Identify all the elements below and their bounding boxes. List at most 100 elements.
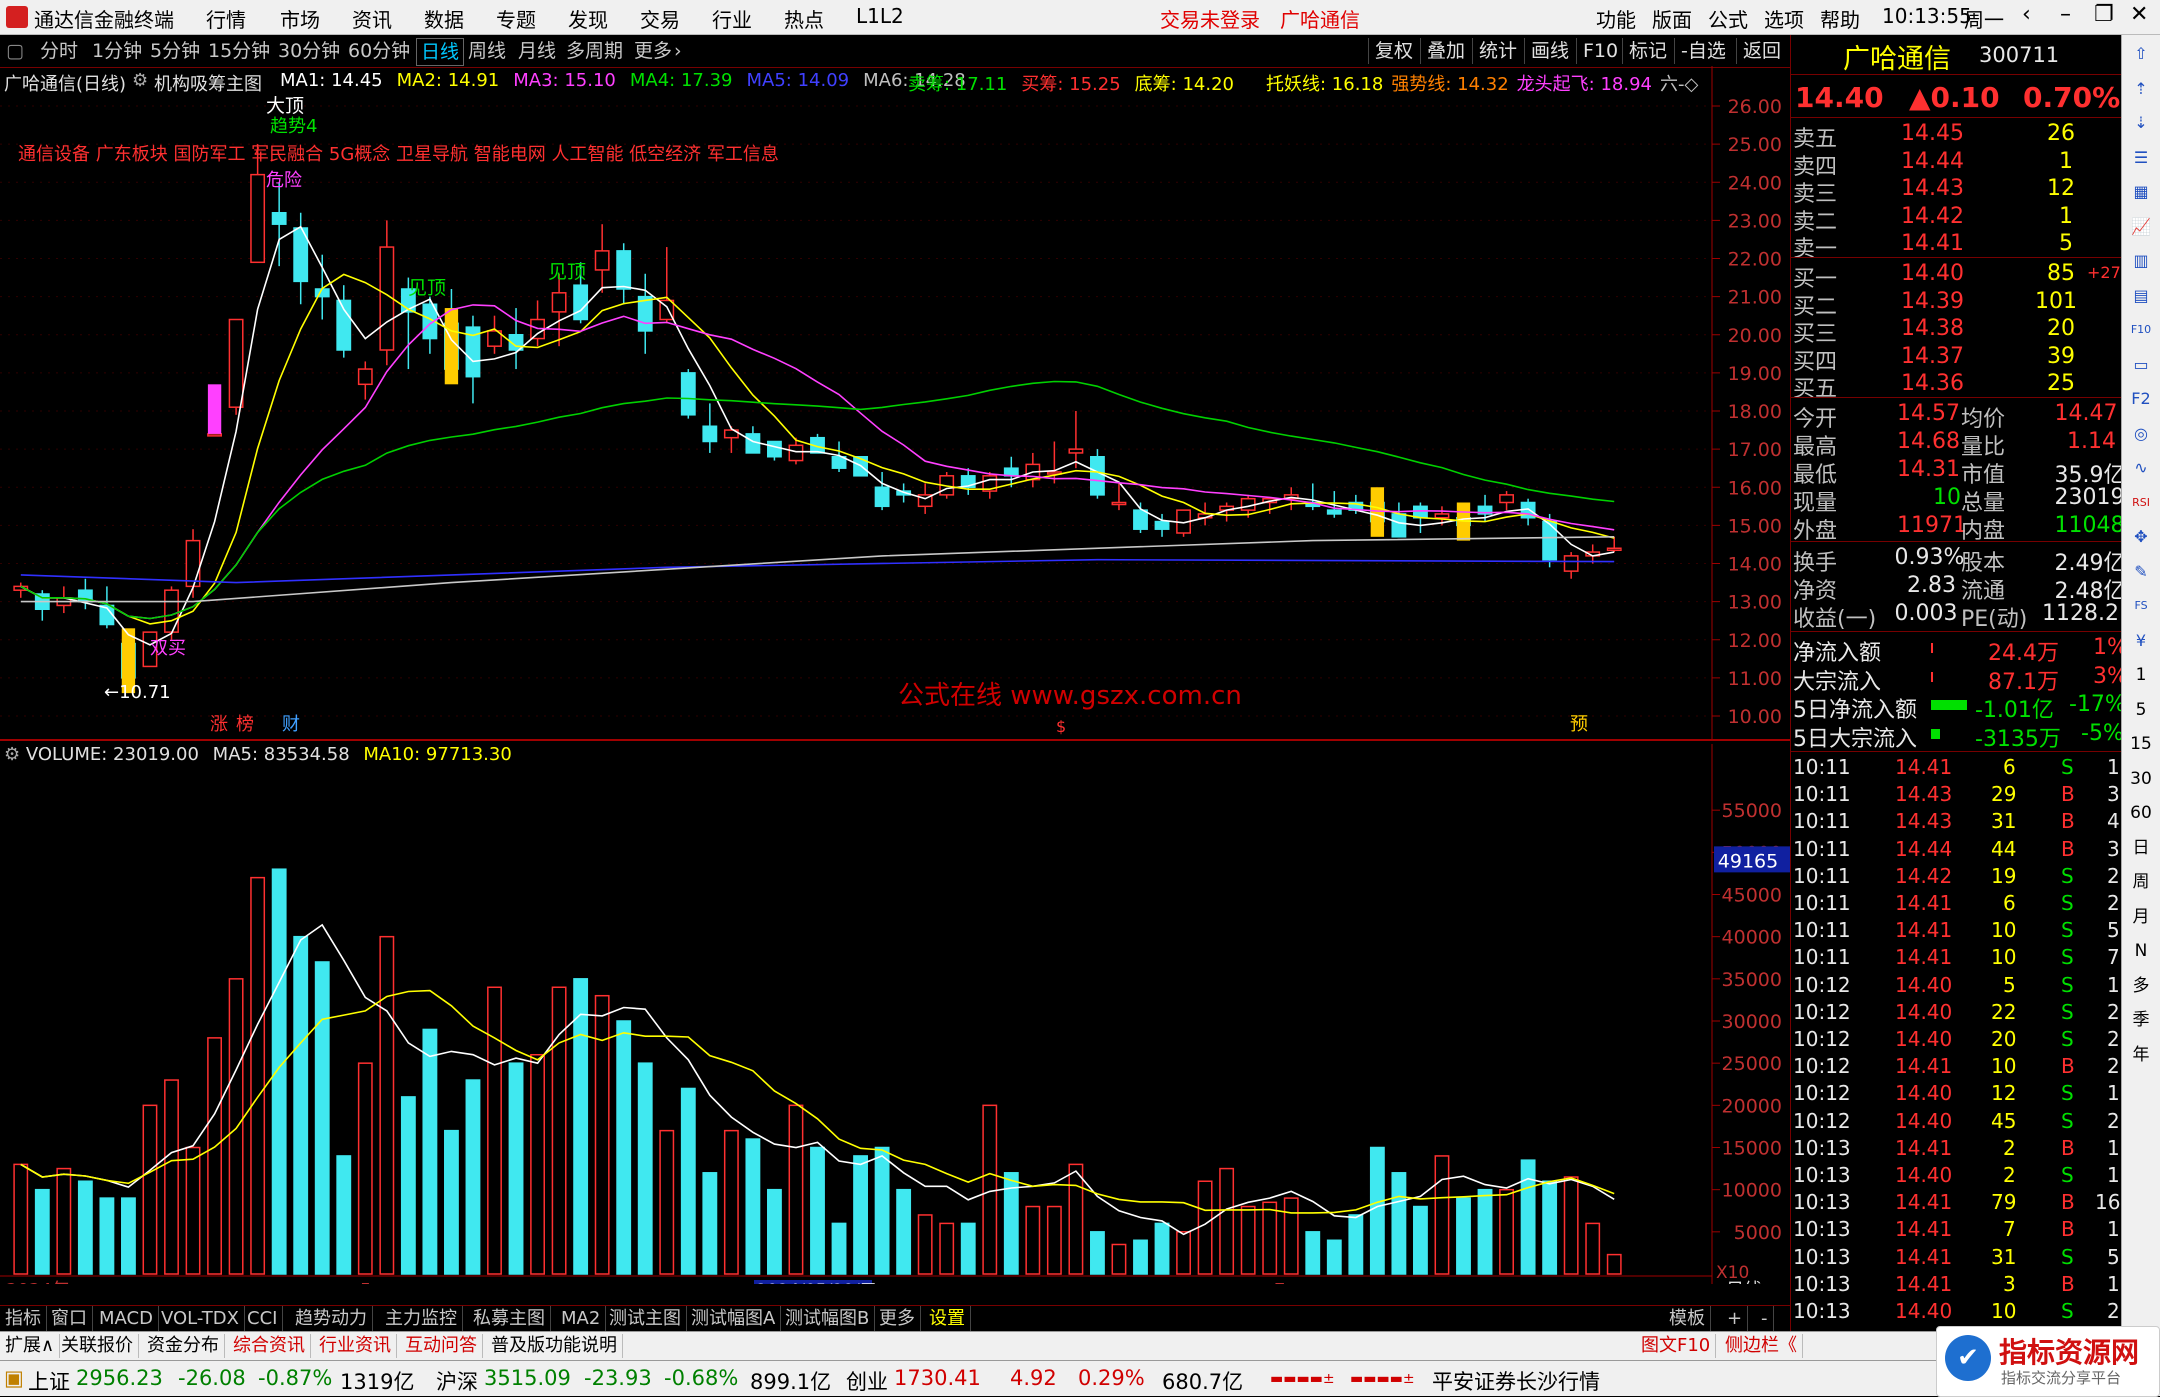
candle-body[interactable]	[1111, 501, 1127, 506]
volume-bar[interactable]	[1585, 1222, 1601, 1275]
volume-bar[interactable]	[336, 1155, 352, 1275]
candle-body[interactable]	[788, 444, 804, 462]
volume-bar[interactable]	[810, 1146, 825, 1275]
indicator-tab[interactable]: MA2	[556, 1306, 607, 1332]
f10-tab-0[interactable]: 图文F10	[1636, 1334, 1717, 1358]
volume-bar[interactable]	[1111, 1243, 1127, 1275]
candle-body[interactable]	[1413, 505, 1428, 519]
volume-bar[interactable]	[1369, 1146, 1385, 1275]
volume-bar[interactable]	[1133, 1239, 1148, 1275]
candle-body[interactable]	[207, 433, 222, 437]
volume-bar[interactable]	[56, 1167, 72, 1275]
volume-bar[interactable]	[465, 1079, 481, 1275]
menu-options[interactable]: 选项	[1764, 4, 1804, 33]
highlight-candle[interactable]	[207, 384, 222, 434]
period-15min[interactable]: 15分钟	[208, 38, 270, 64]
highlight-candle[interactable]	[444, 308, 459, 385]
volume-bar[interactable]	[164, 1079, 179, 1275]
extension-tab[interactable]: 普及版功能说明	[486, 1334, 623, 1358]
volume-bar[interactable]	[745, 1138, 761, 1275]
period-weekly[interactable]: 周线	[468, 38, 506, 64]
volume-bar[interactable]	[616, 1020, 632, 1275]
login-status[interactable]: 交易未登录	[1160, 4, 1260, 33]
menu-data[interactable]: 数据	[424, 4, 464, 33]
candle-body[interactable]	[1563, 555, 1579, 572]
volume-bar[interactable]	[250, 876, 266, 1275]
restore-icon[interactable]: ❐	[2094, 2, 2114, 27]
candle-body[interactable]	[1326, 509, 1342, 515]
candle-body[interactable]	[616, 250, 632, 290]
volume-bar[interactable]	[896, 1188, 912, 1275]
period-shortcut-60[interactable]: 60	[2130, 802, 2152, 824]
side-cross-icon[interactable]: ✥	[2130, 526, 2152, 548]
extension-tab[interactable]: 扩展∧	[0, 1334, 61, 1358]
side-up-icon[interactable]: ⇡	[2130, 78, 2152, 100]
menu-trade[interactable]: 交易	[640, 4, 680, 33]
side-doc-icon[interactable]: ▭	[2130, 354, 2152, 376]
volume-bar[interactable]	[1025, 1205, 1041, 1275]
period-more[interactable]: 更多	[634, 38, 672, 64]
template-tab-1[interactable]: +	[1722, 1306, 1749, 1332]
status-menu-icon[interactable]: ▣	[4, 1366, 24, 1390]
indicator-tab[interactable]: 私募主图	[468, 1306, 551, 1332]
volume-bar[interactable]	[659, 1129, 675, 1275]
collapse-icon[interactable]: ▢	[6, 38, 24, 64]
period-shortcut-周[interactable]: 周	[2130, 871, 2152, 893]
period-shortcut-多[interactable]: 多	[2130, 975, 2152, 997]
side-list-icon[interactable]: ☰	[2130, 147, 2152, 169]
tool-mark[interactable]: 标记	[1622, 38, 1673, 64]
indicator-tab[interactable]: 指标	[0, 1306, 47, 1332]
volume-bar[interactable]	[1434, 1155, 1450, 1275]
candle-body[interactable]	[1434, 513, 1450, 519]
volume-bar[interactable]	[1326, 1239, 1342, 1275]
period-shortcut-日[interactable]: 日	[2130, 837, 2152, 859]
volume-bar[interactable]	[487, 986, 502, 1275]
side-news-icon[interactable]: ▤	[2130, 285, 2152, 307]
candle-body[interactable]	[1090, 456, 1105, 496]
concept-tags[interactable]: 通信设备 广东板块 国防军工 军民融合 5G概念 卫星导航 智能电网 人工智能 …	[18, 140, 779, 166]
volume-bar[interactable]	[960, 1222, 976, 1275]
menu-help[interactable]: 帮助	[1820, 4, 1860, 33]
indicator-tab[interactable]: 趋势动力	[290, 1306, 373, 1332]
volume-bar[interactable]	[357, 1062, 373, 1275]
side-grid-icon[interactable]: ▦	[2130, 181, 2152, 203]
menu-topic[interactable]: 专题	[496, 4, 536, 33]
candle-body[interactable]	[164, 589, 179, 633]
minimize-icon[interactable]: –	[2060, 2, 2071, 27]
volume-bar[interactable]	[723, 1129, 739, 1275]
tool-f10[interactable]: F10	[1576, 38, 1624, 64]
period-shortcut-1[interactable]: 1	[2130, 664, 2152, 686]
volume-bar[interactable]	[530, 1053, 545, 1275]
close-icon[interactable]: ✕	[2130, 2, 2148, 27]
volume-bar[interactable]	[1520, 1159, 1536, 1275]
volume-bar[interactable]	[594, 994, 610, 1275]
volume-bar[interactable]	[1219, 1167, 1235, 1275]
volume-bar[interactable]	[680, 1087, 696, 1275]
period-shortcut-30[interactable]: 30	[2130, 768, 2152, 790]
period-monthly[interactable]: 月线	[518, 38, 556, 64]
period-daily[interactable]: 日线	[416, 38, 465, 66]
candle-body[interactable]	[1606, 547, 1622, 551]
indicator-tab[interactable]: 测试主图	[604, 1306, 687, 1332]
volume-bar[interactable]	[702, 1172, 718, 1275]
volume-bar[interactable]	[379, 935, 395, 1275]
period-5min[interactable]: 5分钟	[150, 38, 200, 64]
volume-bar[interactable]	[228, 978, 244, 1275]
volume-bar[interactable]	[99, 1197, 115, 1275]
f10-tab-1[interactable]: 侧边栏《	[1720, 1334, 1803, 1358]
quote-line-name[interactable]: 平安证券长沙行情	[1432, 1366, 1600, 1396]
kline-chart[interactable]: 26.00 25.00 24.00 23.00 22.00 21.00 20.00 19.00…	[0, 66, 1790, 741]
volume-bar[interactable]	[1456, 1197, 1471, 1275]
volume-bar[interactable]	[1606, 1253, 1622, 1275]
volume-bar[interactable]	[853, 1155, 868, 1275]
period-30min[interactable]: 30分钟	[278, 38, 340, 64]
period-shortcut-N[interactable]: N	[2130, 940, 2152, 962]
tool-remove-fav[interactable]: -自选	[1674, 38, 1732, 64]
indicator-tab[interactable]: 窗口	[46, 1306, 93, 1332]
candle-body[interactable]	[1391, 513, 1407, 538]
volume-bar[interactable]	[1477, 1188, 1493, 1275]
side-line-chart-icon[interactable]: 📈	[2130, 216, 2152, 238]
candle-body[interactable]	[271, 212, 287, 225]
extension-tab[interactable]: 行业资讯	[314, 1334, 397, 1358]
extension-tab[interactable]: 互动问答	[400, 1334, 483, 1358]
